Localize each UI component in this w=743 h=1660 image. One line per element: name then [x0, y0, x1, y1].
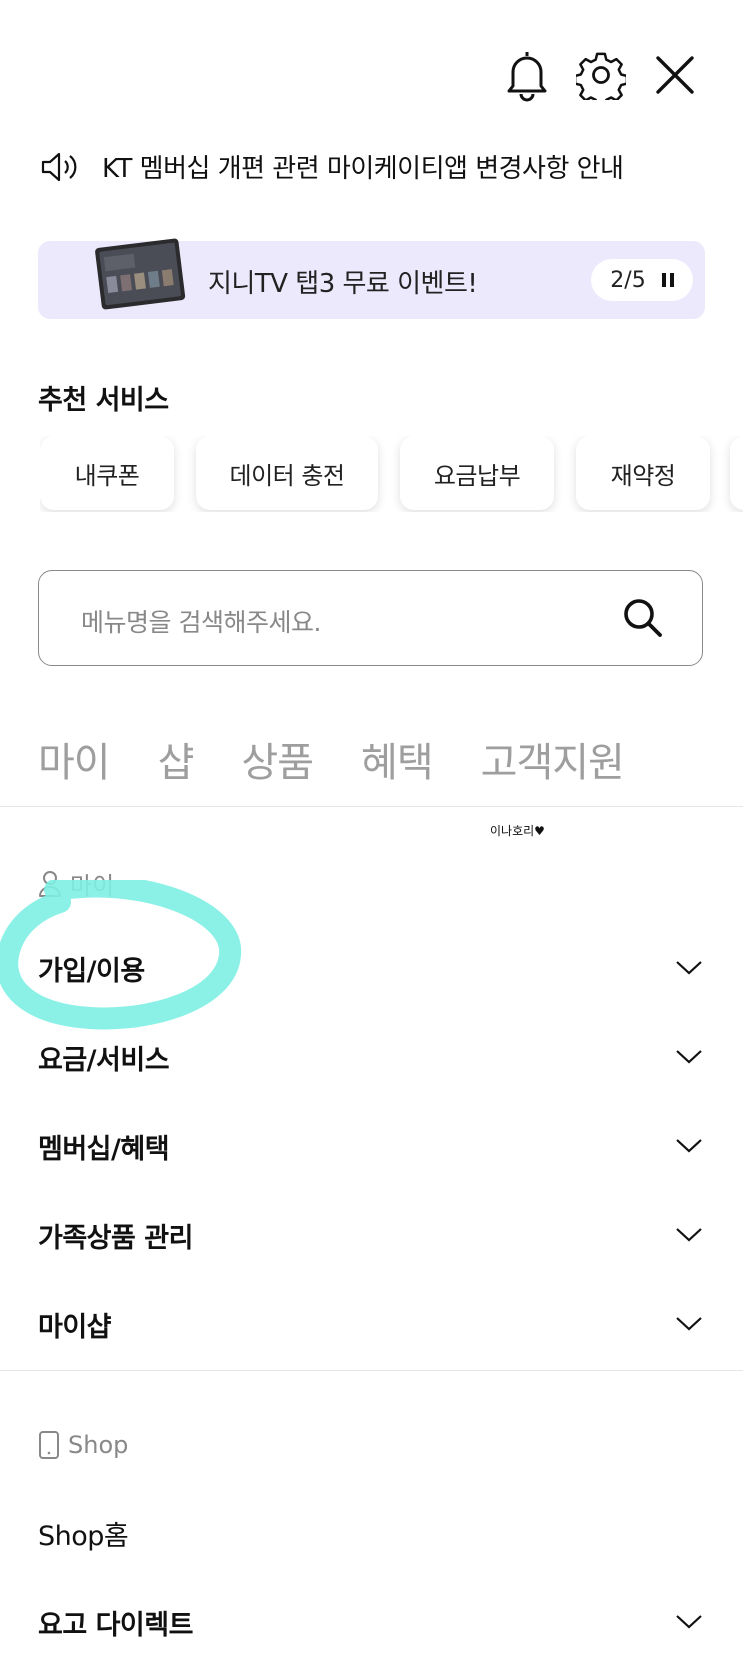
group-label-my: 마이	[38, 866, 114, 901]
close-icon[interactable]	[650, 50, 700, 100]
watermark-text: 이나호리♥	[490, 824, 545, 838]
person-icon	[39, 870, 61, 897]
chevron-down-icon	[676, 1615, 702, 1629]
chevron-down-icon	[676, 1139, 702, 1153]
menu-item-label: Shop홈	[38, 1520, 129, 1552]
promo-banner[interactable]: 지니TV 탭3 무료 이벤트! 2/5	[38, 238, 705, 319]
group-label-text: Shop	[68, 1431, 129, 1459]
menu-item-label: 마이샵	[38, 1311, 112, 1343]
chip-coupon[interactable]: 내쿠폰	[40, 436, 174, 510]
phone-icon	[39, 1431, 59, 1459]
pause-icon[interactable]	[661, 273, 674, 287]
menu-item-label: 요고 다이렉트	[38, 1609, 193, 1641]
speaker-icon	[41, 152, 77, 181]
group-label-shop: Shop	[38, 1430, 128, 1460]
chevron-down-icon	[676, 1050, 702, 1064]
menu-item-yogo-direct[interactable]: 요고 다이렉트	[38, 1592, 703, 1652]
tab-shop[interactable]: 샵	[158, 730, 195, 788]
menu-item-fee-service[interactable]: 요금/서비스	[38, 1027, 703, 1087]
tab-benefits[interactable]: 혜택	[361, 730, 434, 788]
gear-icon[interactable]	[574, 48, 628, 102]
chevron-down-icon	[676, 1317, 702, 1331]
chip-recontract[interactable]: 재약정	[576, 436, 710, 510]
section-title-recommended: 추천 서비스	[38, 385, 169, 416]
menu-item-join-usage[interactable]: 가입/이용	[38, 938, 703, 998]
group-label-text: 마이	[70, 872, 115, 900]
banner-counter-text: 2/5	[610, 267, 646, 293]
menu-search-box[interactable]: 메뉴명을 검색해주세요.	[38, 570, 703, 666]
tab-my[interactable]: 마이	[38, 730, 111, 788]
menu-item-membership[interactable]: 멤버십/혜택	[38, 1116, 703, 1176]
category-tabs: 마이 샵 상품 혜택 고객지원	[38, 730, 672, 788]
chip-bill-payment[interactable]: 요금납부	[400, 436, 554, 510]
tab-support[interactable]: 고객지원	[481, 730, 625, 788]
tabs-divider	[0, 806, 743, 807]
tab-products[interactable]: 상품	[241, 730, 314, 788]
banner-text: 지니TV 탭3 무료 이벤트!	[208, 269, 478, 299]
menu-item-label: 가족상품 관리	[38, 1222, 193, 1254]
banner-pager[interactable]: 2/5	[591, 259, 693, 301]
menu-item-shop-home[interactable]: Shop홈	[38, 1503, 703, 1563]
menu-item-my-shop[interactable]: 마이샵	[38, 1294, 703, 1354]
search-input[interactable]: 메뉴명을 검색해주세요.	[81, 603, 321, 639]
menu-item-label: 가입/이용	[38, 955, 145, 987]
bell-icon[interactable]	[500, 46, 554, 104]
tablet-image	[95, 238, 186, 310]
recommended-chips: 내쿠폰 데이터 충전 요금납부 재약정	[40, 436, 743, 512]
menu-item-label: 멤버십/혜택	[38, 1133, 170, 1165]
chip-more[interactable]	[730, 436, 743, 510]
search-icon[interactable]	[622, 597, 664, 639]
chip-data-charge[interactable]: 데이터 충전	[196, 436, 378, 510]
menu-item-label: 요금/서비스	[38, 1044, 170, 1076]
section-divider	[0, 1370, 743, 1371]
chevron-down-icon	[676, 961, 702, 975]
notice-text: KT 멤버십 개편 관련 마이케이티앱 변경사항 안내	[102, 154, 624, 184]
notice-bar[interactable]: KT 멤버십 개편 관련 마이케이티앱 변경사항 안내	[40, 148, 624, 185]
menu-item-family-products[interactable]: 가족상품 관리	[38, 1205, 703, 1265]
chevron-down-icon	[676, 1228, 702, 1242]
